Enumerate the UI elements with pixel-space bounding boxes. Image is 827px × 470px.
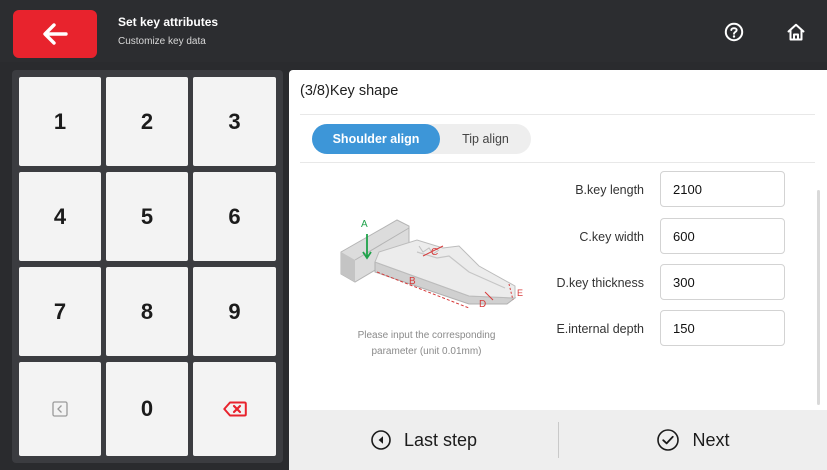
key-diagram-image: A B C D E (340, 219, 523, 310)
last-step-button[interactable]: Last step (289, 410, 558, 470)
key-7[interactable]: 7 (19, 267, 101, 356)
title-divider (300, 114, 815, 115)
key-2[interactable]: 2 (106, 77, 188, 166)
key-thickness-input[interactable] (660, 264, 785, 300)
align-mode-toggle: Shoulder align Tip align (312, 124, 531, 154)
key-length-input[interactable] (660, 171, 785, 207)
last-step-label: Last step (403, 429, 478, 450)
key-5[interactable]: 5 (106, 172, 188, 261)
key-4[interactable]: 4 (19, 172, 101, 261)
key-width-label: C.key width (579, 230, 644, 244)
circle-check-icon (657, 429, 680, 451)
panel-scrollbar[interactable] (817, 190, 820, 405)
backspace-icon (222, 401, 247, 417)
key-9[interactable]: 9 (193, 267, 276, 356)
page-subtitle: Customize key data (118, 36, 206, 47)
internal-depth-label: E.internal depth (556, 322, 644, 336)
diagram-label-b: B (409, 276, 416, 287)
help-icon[interactable] (724, 22, 744, 42)
key-thickness-label: D.key thickness (556, 276, 644, 290)
next-label: Next (692, 429, 730, 450)
hint-line-2: parameter (unit 0.01mm) (371, 346, 482, 357)
top-bar: Set key attributes Customize key data (0, 0, 827, 62)
next-button[interactable]: Next (559, 410, 827, 470)
diagram-label-a: A (361, 219, 368, 230)
numeric-keypad: 1 2 3 4 5 6 7 8 9 0 (12, 70, 283, 463)
cursor-left-icon (52, 401, 68, 417)
key-0[interactable]: 0 (106, 362, 188, 456)
input-hint: Please input the corresponding parameter… (319, 328, 534, 360)
key-shape-panel: (3/8)Key shape Shoulder align Tip align … (289, 70, 827, 410)
key-1[interactable]: 1 (19, 77, 101, 166)
key-3[interactable]: 3 (193, 77, 276, 166)
back-button[interactable] (13, 10, 97, 58)
tabs-divider (300, 162, 815, 163)
key-length-label: B.key length (575, 183, 644, 197)
key-width-input[interactable] (660, 218, 785, 254)
delete-key[interactable] (193, 362, 276, 456)
diagram-label-c: C (431, 247, 438, 258)
diagram-label-d: D (479, 299, 486, 310)
footer-bar: Last step Next (289, 410, 827, 470)
cursor-left-key[interactable] (19, 362, 101, 456)
circle-left-arrow-icon (371, 430, 391, 450)
key-8[interactable]: 8 (106, 267, 188, 356)
back-arrow-icon (43, 23, 68, 45)
page-title: Set key attributes (118, 15, 219, 29)
panel-title: (3/8)Key shape (300, 83, 399, 99)
hint-line-1: Please input the corresponding (357, 330, 496, 341)
key-6[interactable]: 6 (193, 172, 276, 261)
tab-tip-align[interactable]: Tip align (440, 124, 531, 154)
tab-shoulder-align[interactable]: Shoulder align (312, 124, 440, 154)
home-icon[interactable] (786, 22, 806, 42)
internal-depth-input[interactable] (660, 310, 785, 346)
